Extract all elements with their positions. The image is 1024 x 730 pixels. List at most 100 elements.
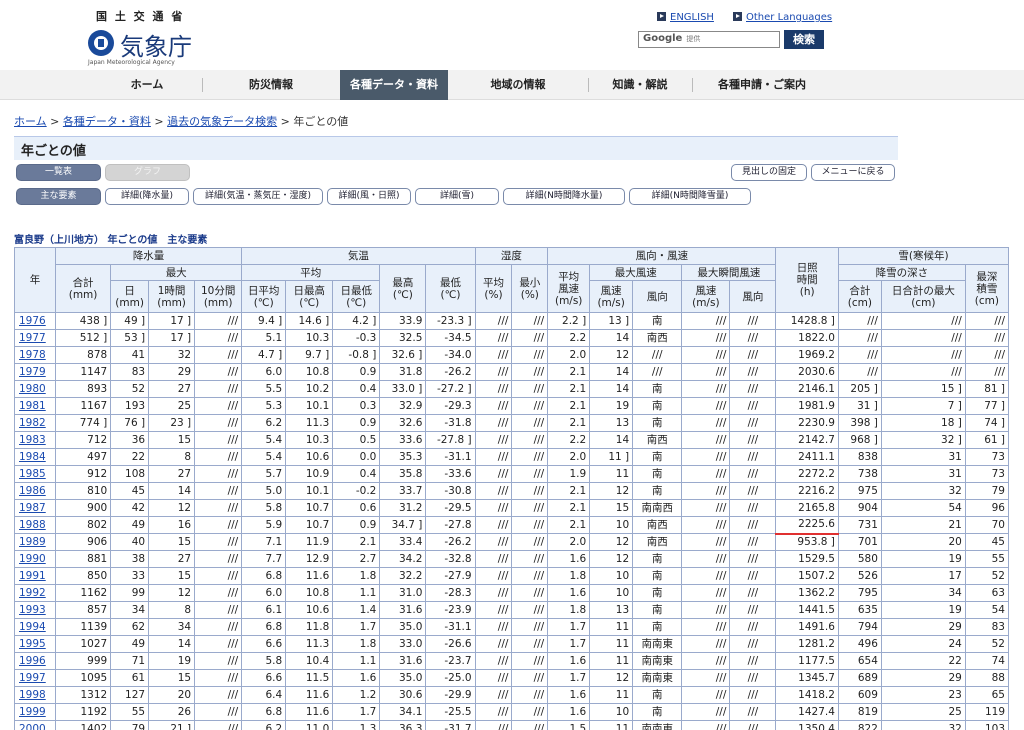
breadcrumb-home[interactable]: ホーム bbox=[14, 115, 47, 128]
data-cell: 53 ] bbox=[110, 329, 150, 347]
tab-detail-wind[interactable]: 詳細(風・日照) bbox=[327, 188, 411, 205]
data-cell: 10 bbox=[589, 703, 634, 721]
tab-main-elements[interactable]: 主な要素 bbox=[16, 188, 101, 205]
data-cell: 83 bbox=[964, 618, 1010, 636]
other-languages-link[interactable]: Other Languages bbox=[733, 12, 832, 23]
year-link[interactable]: 1993 bbox=[19, 604, 46, 616]
breadcrumb-search[interactable]: 過去の気象データ検索 bbox=[167, 115, 277, 128]
header-temp-avg: 平均 bbox=[241, 264, 381, 281]
data-cell: -29.9 bbox=[425, 686, 476, 704]
page-title: 年ごとの値 bbox=[14, 136, 898, 160]
year-link[interactable]: 1981 bbox=[19, 400, 46, 412]
data-cell: /// bbox=[194, 329, 243, 347]
data-cell: 71 bbox=[110, 652, 150, 670]
data-cell: 5.8 bbox=[241, 499, 287, 517]
header-sunshine: 日照 時間 (h) bbox=[775, 247, 839, 313]
year-link[interactable]: 1992 bbox=[19, 587, 46, 599]
table-row: 1998 1312 127 20///6.4 11.6 1.2 30.6 -29.9/////… bbox=[14, 686, 1010, 704]
search-button[interactable]: 検索 bbox=[784, 30, 824, 49]
nav-knowledge[interactable]: 知識・解説 bbox=[588, 70, 692, 100]
data-cell: 34 bbox=[880, 584, 966, 602]
year-link[interactable]: 1977 bbox=[19, 332, 46, 344]
nav-home[interactable]: ホーム bbox=[92, 70, 202, 100]
data-cell: -28.3 bbox=[425, 584, 476, 602]
data-cell: 1192 bbox=[54, 703, 112, 721]
data-cell: 13 ] bbox=[589, 312, 634, 330]
data-cell: 11.8 bbox=[285, 618, 334, 636]
header-day-max: 日最高 (℃) bbox=[285, 280, 334, 313]
table-row: 2000 1402 79 21 ]///6.2 11.0 1.3 36.3 -31.7////… bbox=[14, 720, 1010, 730]
data-cell: 999 bbox=[54, 652, 112, 670]
jma-logo[interactable]: 国 土 交 通 省 気象庁 Japan Meteorological Agenc… bbox=[88, 8, 192, 66]
year-link[interactable]: 1989 bbox=[19, 536, 46, 548]
table-row: 1976 438 ] 49 ] 17 ]///9.4 ] 14.6 ] 4.2 ] 33.9… bbox=[14, 312, 1010, 330]
breadcrumb-data[interactable]: 各種データ・資料 bbox=[63, 115, 151, 128]
data-cell: 1345.7 bbox=[775, 669, 839, 687]
nav-disaster-info[interactable]: 防災情報 bbox=[202, 70, 340, 100]
year-link[interactable]: 1978 bbox=[19, 349, 46, 361]
list-view-button[interactable]: 一覧表 bbox=[16, 164, 101, 181]
data-cell: /// bbox=[194, 431, 243, 449]
year-link[interactable]: 1980 bbox=[19, 383, 46, 395]
graph-view-button[interactable]: グラフ bbox=[105, 164, 190, 181]
year-link[interactable]: 1983 bbox=[19, 434, 46, 446]
tab-detail-precip[interactable]: 詳細(降水量) bbox=[105, 188, 189, 205]
data-cell: 12.9 bbox=[285, 550, 334, 568]
data-cell: /// bbox=[194, 312, 243, 330]
year-link[interactable]: 1985 bbox=[19, 468, 46, 480]
header-snow-daymax: 日合計の最大 (cm) bbox=[880, 280, 966, 313]
data-cell: /// bbox=[511, 635, 549, 653]
year-link[interactable]: 1987 bbox=[19, 502, 46, 514]
english-link[interactable]: ENGLISH bbox=[657, 12, 714, 23]
search-input[interactable]: Google 提供 bbox=[638, 31, 780, 48]
year-link[interactable]: 2000 bbox=[19, 723, 46, 730]
data-cell: 35.0 bbox=[379, 669, 427, 687]
year-link[interactable]: 1994 bbox=[19, 621, 46, 633]
year-link[interactable]: 1976 bbox=[19, 315, 46, 327]
year-cell: 1994 bbox=[14, 618, 56, 636]
year-link[interactable]: 1996 bbox=[19, 655, 46, 667]
tab-detail-snow[interactable]: 詳細(雪) bbox=[415, 188, 499, 205]
data-cell: 10.8 bbox=[285, 363, 334, 381]
data-cell: 609 bbox=[837, 686, 882, 704]
data-cell: -29.5 bbox=[425, 499, 476, 517]
data-cell: 1312 bbox=[54, 686, 112, 704]
data-cell: /// bbox=[681, 465, 731, 483]
data-cell: 33.9 bbox=[379, 312, 427, 330]
data-cell: 1177.5 bbox=[775, 652, 839, 670]
year-link[interactable]: 1995 bbox=[19, 638, 46, 650]
tab-detail-n-hour-precip[interactable]: 詳細(N時間降水量) bbox=[503, 188, 625, 205]
data-cell: /// bbox=[511, 652, 549, 670]
header-max-wind: 最大風速 bbox=[589, 264, 683, 281]
year-link[interactable]: 1997 bbox=[19, 672, 46, 684]
data-cell: 6.0 bbox=[241, 584, 287, 602]
nav-applications[interactable]: 各種申請・ご案内 bbox=[692, 70, 832, 100]
data-cell: /// bbox=[729, 601, 777, 619]
data-cell: /// bbox=[511, 346, 549, 364]
data-cell: /// bbox=[194, 584, 243, 602]
data-cell: 15 bbox=[148, 533, 196, 551]
back-to-menu-button[interactable]: メニューに戻る bbox=[811, 164, 895, 181]
year-link[interactable]: 1982 bbox=[19, 417, 46, 429]
header-precip-10min: 10分間 (mm) bbox=[194, 280, 243, 313]
data-cell: 34.7 ] bbox=[379, 516, 427, 534]
year-link[interactable]: 1988 bbox=[19, 519, 46, 531]
data-cell: /// bbox=[474, 431, 513, 449]
data-cell: 29 bbox=[880, 618, 966, 636]
year-link[interactable]: 1990 bbox=[19, 553, 46, 565]
year-link[interactable]: 1998 bbox=[19, 689, 46, 701]
year-link[interactable]: 1979 bbox=[19, 366, 46, 378]
nav-data[interactable]: 各種データ・資料 bbox=[340, 70, 448, 100]
yearly-data-table: 年 降水量 気温 湿度 風向・風速 日照 時間 (h) 雪(寒候年) 合計 (mm) … bbox=[14, 247, 1010, 730]
year-link[interactable]: 1991 bbox=[19, 570, 46, 582]
tab-detail-n-hour-snowfall[interactable]: 詳細(N時間降雪量) bbox=[629, 188, 751, 205]
ministry-name: 国 土 交 通 省 bbox=[96, 10, 185, 23]
fix-header-button[interactable]: 見出しの固定 bbox=[731, 164, 807, 181]
tab-detail-temp[interactable]: 詳細(気温・蒸気圧・湿度) bbox=[193, 188, 323, 205]
nav-regional-info[interactable]: 地域の情報 bbox=[448, 70, 588, 100]
year-link[interactable]: 1986 bbox=[19, 485, 46, 497]
year-link[interactable]: 1984 bbox=[19, 451, 46, 463]
year-link[interactable]: 1999 bbox=[19, 706, 46, 718]
data-cell: 24 bbox=[880, 635, 966, 653]
data-cell: /// bbox=[511, 550, 549, 568]
